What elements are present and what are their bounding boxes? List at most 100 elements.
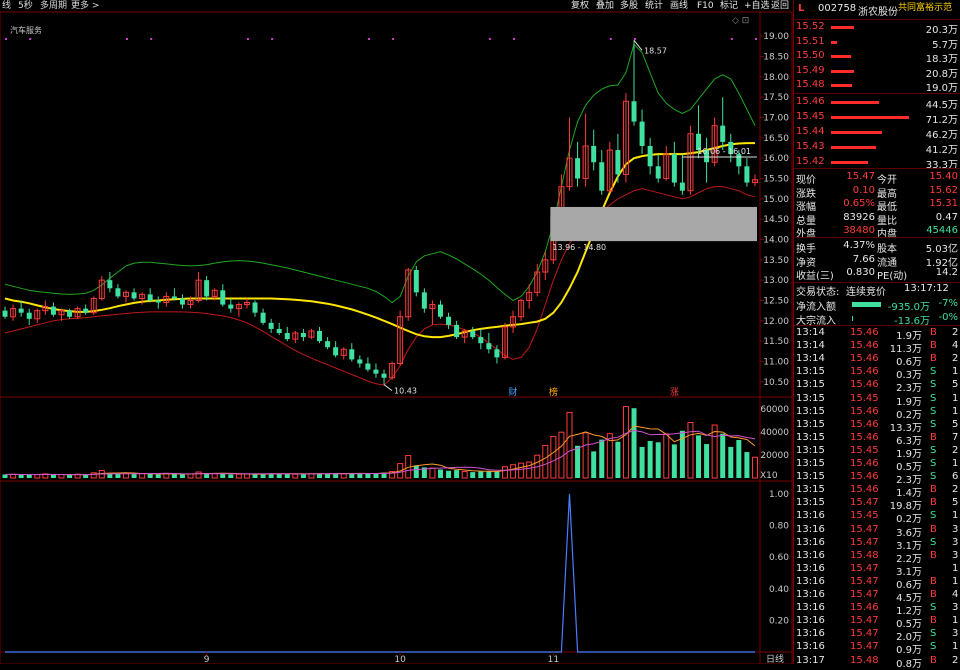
quote-value: 0.10 (852, 184, 875, 196)
tick-time: 13:15 (796, 484, 825, 496)
price-tick-label: 10.50 (763, 378, 789, 388)
bid-price: 15.43 (796, 141, 825, 152)
tick-price: 15.46 (850, 471, 879, 483)
volume-bar-down (155, 474, 161, 478)
tick-row: 13:16 15.47 3.1万 S 3 (794, 536, 960, 552)
volume-bar-down (486, 470, 492, 478)
tick-side: S (930, 536, 937, 548)
volume-bar-down (671, 444, 677, 478)
chart-control-icons[interactable]: ◇ ⊡ (732, 16, 749, 26)
volume-bar-down (83, 474, 89, 478)
stat-value: 14.2 (935, 267, 958, 278)
volume-bar-up (429, 467, 436, 479)
volume-bar-up (340, 473, 347, 479)
tick-price: 15.46 (850, 327, 879, 338)
tick-time: 13:15 (796, 379, 825, 391)
volume-bar-down (147, 473, 153, 478)
volume-bar-down (647, 440, 653, 478)
signal-dot (634, 38, 637, 40)
candle-body-down (325, 341, 331, 348)
bid-volume-bar (831, 161, 868, 164)
candle-body-down (276, 328, 282, 334)
price-tick-label: 14.00 (763, 235, 789, 245)
tick-time: 13:15 (796, 366, 825, 378)
tick-time: 13:16 (796, 575, 825, 587)
candle-body-down (220, 290, 226, 305)
signal-dot (488, 38, 491, 40)
volume-bar-down (220, 473, 226, 478)
candle-body-down (591, 145, 597, 163)
volume-bar-down (655, 442, 661, 478)
tick-row: 13:16 15.45 0.2万 S 1 (794, 510, 960, 525)
signal-dot (513, 38, 516, 40)
price-tick-label: 11.00 (763, 357, 789, 367)
tick-time: 13:15 (796, 458, 825, 469)
candle-body-down (470, 330, 476, 338)
volume-bar-down (171, 473, 177, 478)
volume-bar-down (115, 473, 121, 478)
tick-time: 13:15 (796, 471, 825, 483)
ask-price: 15.49 (796, 64, 825, 76)
tick-row: 13:16 15.47 4.5万 B 4 (794, 589, 960, 604)
tick-price: 15.46 (850, 458, 879, 469)
volume-bar-down (365, 473, 371, 478)
volume-unit-label: X10 (760, 471, 778, 481)
tick-price: 15.46 (850, 484, 879, 496)
divider (794, 19, 960, 20)
tick-row: 13:15 15.46 1.4万 B 2 (794, 484, 960, 499)
tick-row: 13:15 15.46 0.5万 S 1 (794, 458, 960, 473)
tick-count: 3 (952, 536, 959, 548)
price-tick-label: 18.50 (763, 53, 789, 63)
candle-body-down (679, 182, 685, 191)
tick-price: 15.46 (850, 418, 879, 430)
volume-bar-down (728, 446, 734, 478)
tick-time: 13:16 (796, 589, 825, 600)
candle-body-down (647, 145, 653, 167)
candle-body-down (260, 312, 266, 323)
volume-tick-label: 20000 (760, 451, 789, 461)
tick-time: 13:15 (796, 392, 825, 404)
indicator-tick-label: 1.00 (769, 490, 789, 500)
volume-bar-up (510, 464, 517, 479)
candle-body-down (454, 324, 460, 338)
bid-volume-bar (831, 131, 882, 134)
tick-row: 13:14 15.46 1.9万 B 2 (794, 327, 960, 342)
tick-side: S (930, 405, 937, 417)
candle-body-down (26, 312, 32, 319)
kline-chart[interactable]: 19.00 18.50 18.00 17.50 17.00 16.50 16.00 15.50… (0, 0, 793, 664)
volume-panel: 60000 40000 20000 X10 (2, 405, 789, 481)
tick-count: 1 (952, 562, 959, 574)
ask-price: 15.48 (796, 79, 825, 90)
tick-count: 5 (952, 379, 959, 391)
volume-bar-up (243, 473, 250, 479)
tick-price: 15.45 (850, 510, 879, 522)
candle-body-down (252, 302, 258, 313)
ask-volume-bar (831, 40, 838, 44)
signal-dot (29, 38, 32, 40)
volume-bar-up (582, 432, 589, 479)
tick-count: 1 (952, 366, 959, 378)
tick-price: 15.47 (850, 615, 879, 627)
volume-bar-down (704, 444, 710, 478)
sector-label: 汽车服务 (10, 25, 42, 35)
tick-count: 3 (952, 523, 959, 535)
tick-side: S (930, 418, 937, 430)
signal-dot (5, 38, 8, 40)
tick-time: 13:14 (796, 353, 825, 365)
bid-volume: 46.2万 (925, 130, 958, 141)
date-tick-label: 10 (394, 655, 406, 664)
tick-time: 13:16 (796, 536, 825, 548)
bid-volume-bar (831, 101, 880, 104)
candle-body-down (413, 269, 419, 293)
concept-tag[interactable]: 共同富裕示范 (898, 0, 952, 13)
indicator-panel: 1.00 0.80 0.60 0.40 0.20 (5, 490, 789, 653)
volume-bar-up (139, 473, 146, 479)
volume-bar-down (2, 474, 8, 478)
tick-count: 1 (952, 458, 959, 469)
tick-price: 15.47 (850, 536, 879, 548)
tick-row: 13:16 15.48 2.2万 B 3 (794, 550, 960, 565)
volume-bar-up (566, 411, 573, 479)
tick-row: 13:15 15.45 1.9万 S 1 (794, 392, 960, 408)
high-label: 18.57 (644, 46, 667, 55)
tick-count: 1 (952, 405, 959, 417)
